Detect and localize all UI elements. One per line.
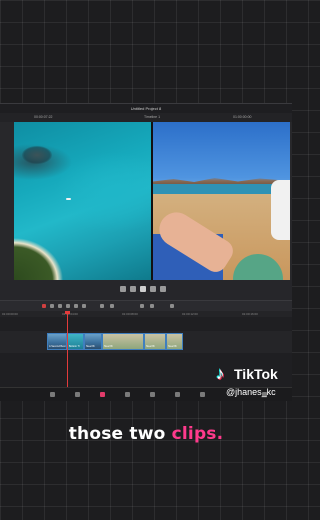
audio-meter-icon[interactable]: [170, 304, 174, 308]
clip-label: A Second Best: [49, 345, 66, 348]
rewind-icon[interactable]: [120, 286, 126, 292]
source-timecode: 00:00:07:22: [34, 115, 53, 119]
creator-handle: @jhanes_kc: [226, 387, 276, 397]
tiktok-logo-icon: ♪: [216, 364, 225, 383]
timeline-clip[interactable]: Steel Bi: [144, 333, 166, 350]
timeline-clip[interactable]: Steel Bi: [166, 333, 183, 350]
transport-controls: [0, 280, 292, 300]
timeline-selector[interactable]: Timeline 1: [144, 113, 160, 122]
window-title: Untitled Project 8: [0, 104, 292, 113]
boat: [66, 198, 71, 200]
timeline-clip[interactable]: A Second Best: [47, 333, 67, 350]
zoom-icon[interactable]: [140, 304, 144, 308]
link-icon[interactable]: [82, 304, 86, 308]
snap-icon[interactable]: [74, 304, 78, 308]
blade-icon[interactable]: [66, 304, 70, 308]
tiktok-watermark: ♪ TikTok @jhanes_kc: [216, 363, 292, 399]
caption-highlight: clips.: [171, 424, 224, 444]
beach-chair: [271, 180, 290, 240]
cut-page-icon[interactable]: [75, 392, 80, 397]
edit-page-icon[interactable]: [100, 392, 105, 397]
record-icon[interactable]: [42, 304, 46, 308]
tiktok-brand: TikTok: [234, 366, 278, 382]
stop-icon[interactable]: [130, 286, 136, 292]
selection-icon[interactable]: [50, 304, 54, 308]
play-icon[interactable]: [140, 286, 146, 292]
marker-icon[interactable]: [100, 304, 104, 308]
ruler-tick: 01:00:08:00: [122, 312, 138, 316]
lake: [153, 184, 290, 194]
ruler-tick: 01:00:00:00: [2, 312, 18, 316]
loop-icon[interactable]: [160, 286, 166, 292]
timeline-clip[interactable]: Steel Bi: [84, 333, 102, 350]
clip-label: Steel Bi: [104, 345, 113, 348]
playhead-handle[interactable]: [65, 311, 70, 314]
beach-clip-preview: [152, 122, 290, 284]
clip-label: Steel Bi: [168, 345, 177, 348]
coastline: [14, 212, 84, 280]
color-page-icon[interactable]: [150, 392, 155, 397]
aerial-ocean-clip-preview: [14, 122, 151, 280]
record-timecode: 01:00:00:00: [233, 115, 252, 119]
timeline-ruler[interactable]: 01:00:00:00 01:00:04:00 01:00:08:00 01:0…: [0, 311, 292, 317]
preview-viewer[interactable]: [14, 122, 290, 284]
caption-text: those two: [68, 424, 172, 444]
timeline-clip[interactable]: Steel Bi: [102, 333, 144, 350]
clip-label: Steel Bi: [86, 345, 95, 348]
deliver-page-icon[interactable]: [200, 392, 205, 397]
viewer-header: 00:00:07:22 Timeline 1 01:00:00:00: [0, 113, 292, 122]
flag-icon[interactable]: [110, 304, 114, 308]
rock-outcrop: [22, 146, 52, 164]
video-caption: those two clips.: [0, 424, 292, 444]
playhead[interactable]: [67, 311, 68, 387]
timeline-clip[interactable]: Bottom Tr: [67, 333, 84, 350]
media-page-icon[interactable]: [50, 392, 55, 397]
clip-label: Bottom Tr: [69, 345, 80, 348]
resolve-editor-window: Untitled Project 8 00:00:07:22 Timeline …: [0, 103, 292, 401]
ruler-tick: 01:00:12:00: [182, 312, 198, 316]
zoom-in-icon[interactable]: [150, 304, 154, 308]
clip-label: Steel Bi: [146, 345, 155, 348]
ruler-tick: 01:00:16:00: [242, 312, 258, 316]
fairlight-page-icon[interactable]: [175, 392, 180, 397]
forward-icon[interactable]: [150, 286, 156, 292]
trim-icon[interactable]: [58, 304, 62, 308]
fusion-page-icon[interactable]: [125, 392, 130, 397]
